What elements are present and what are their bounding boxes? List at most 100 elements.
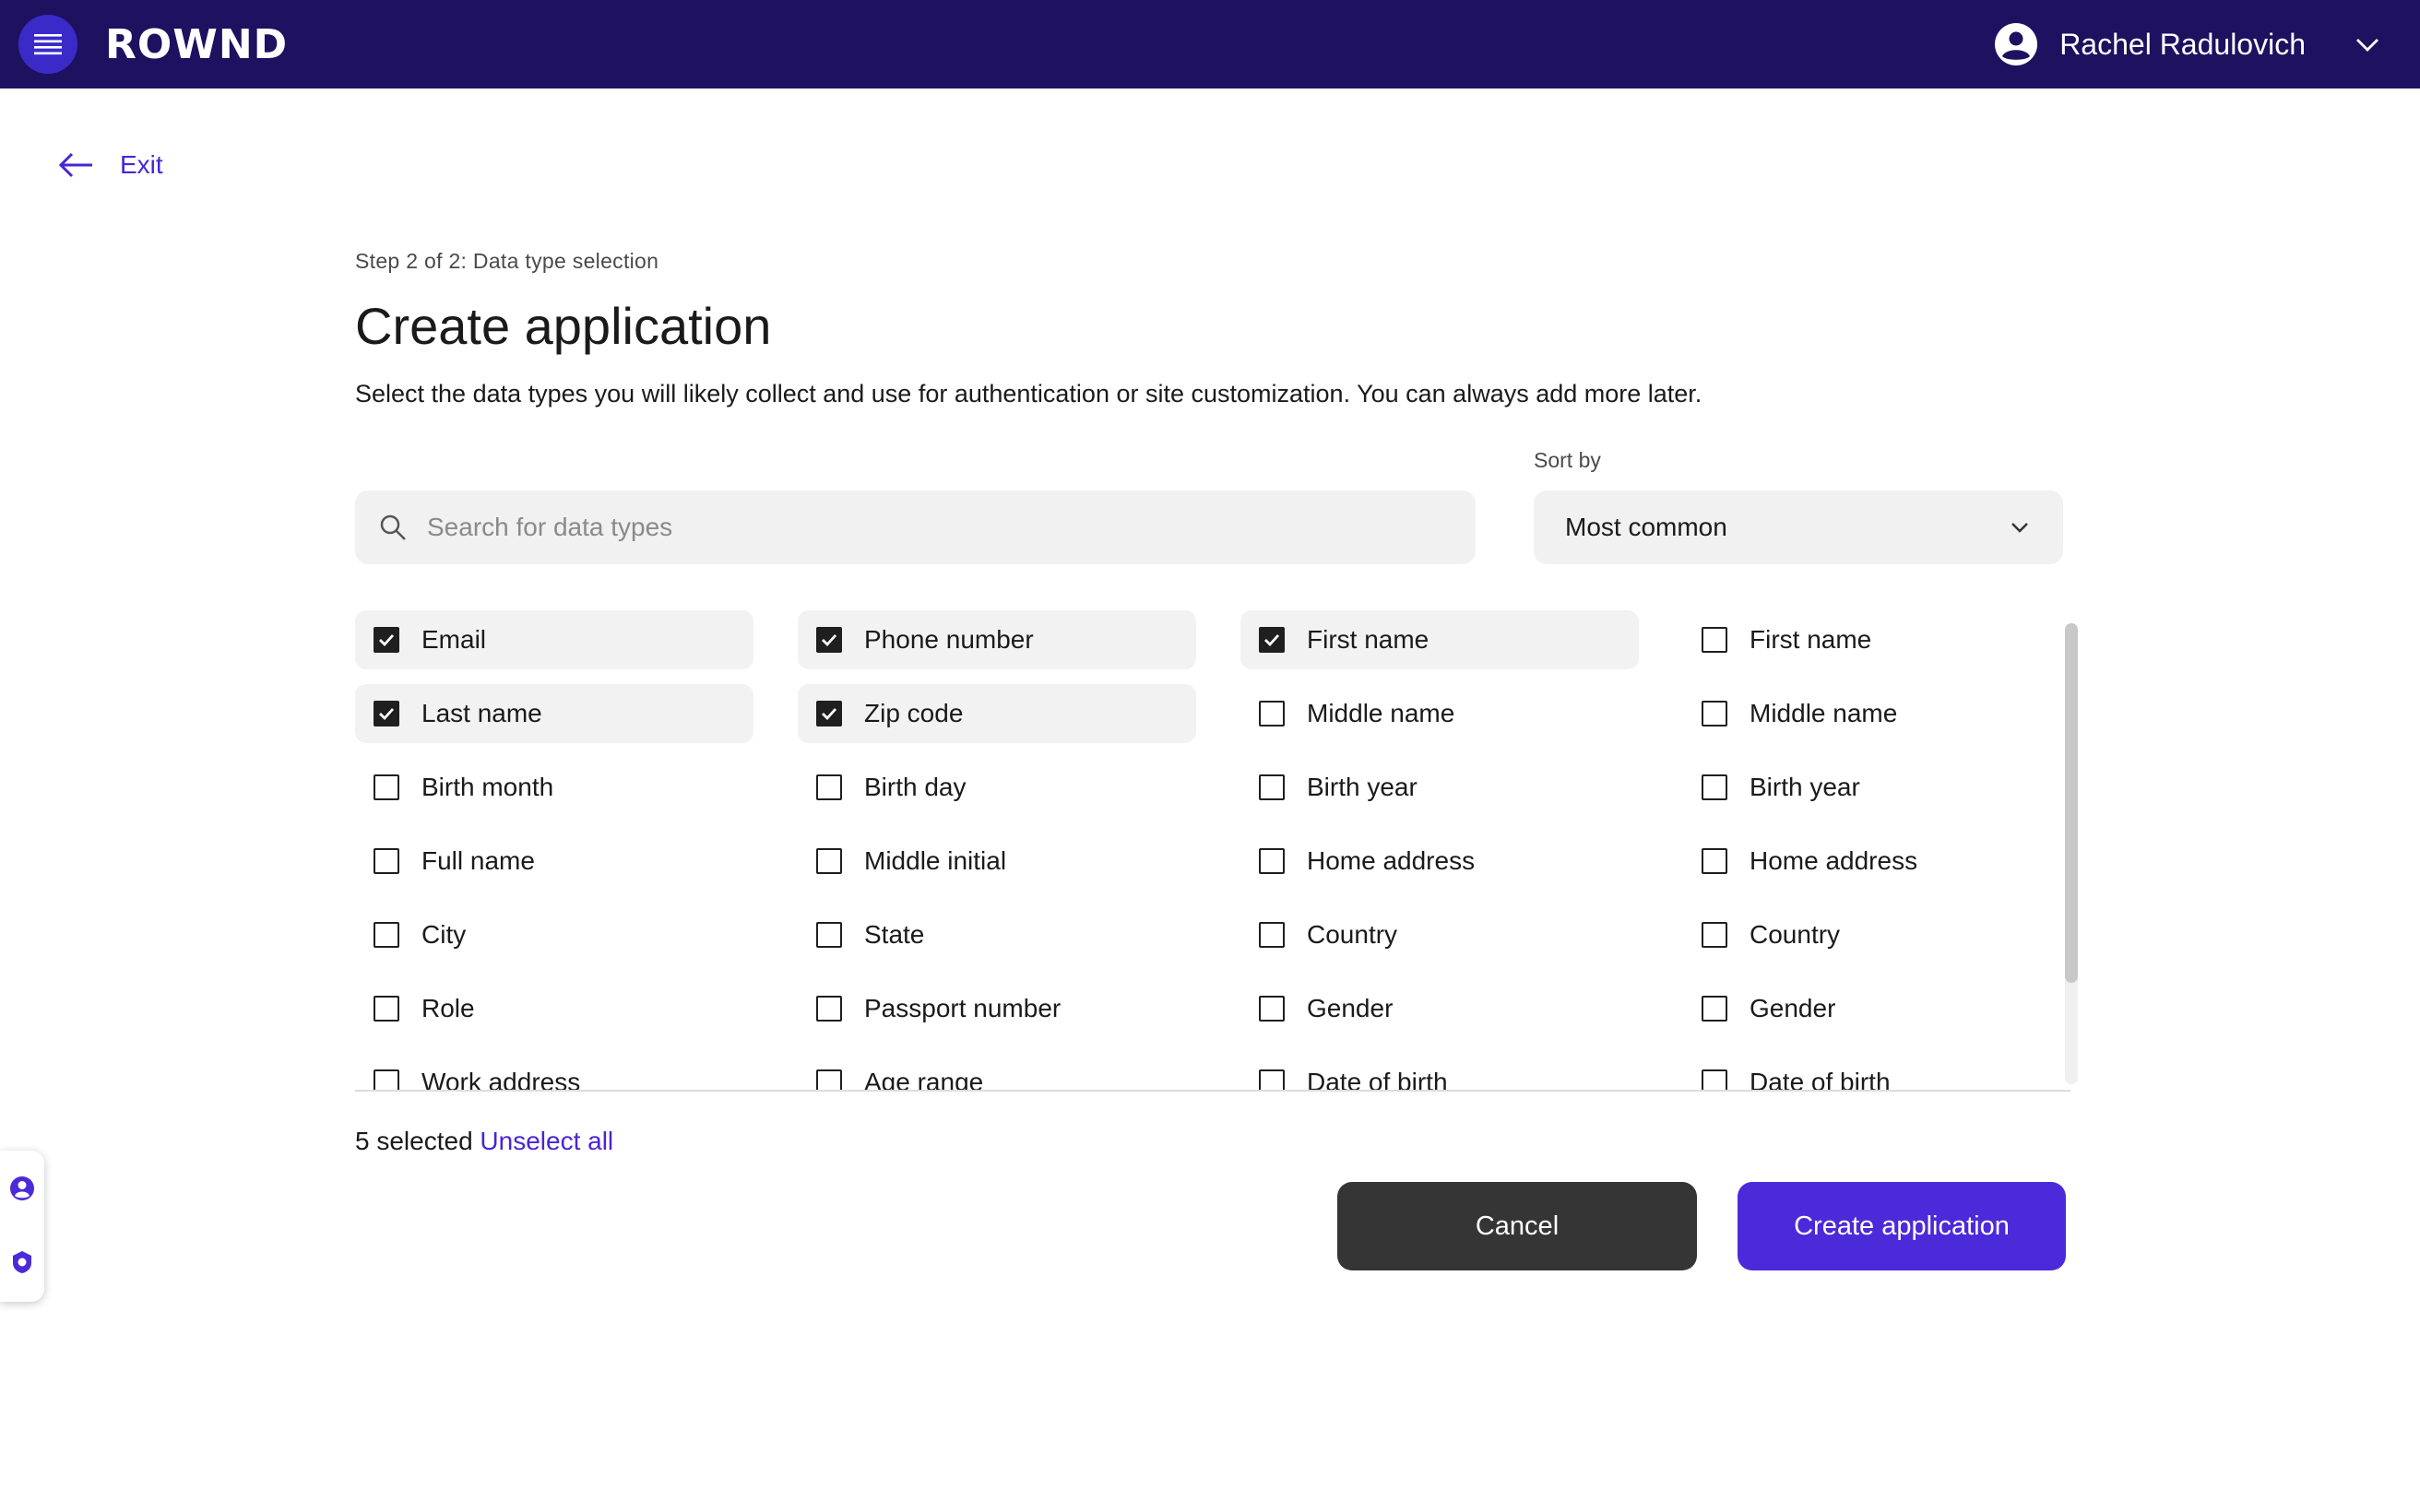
sort-dropdown[interactable]: Most common: [1534, 490, 2063, 564]
data-type-label: Passport number: [864, 994, 1062, 1022]
checkbox[interactable]: [1259, 848, 1285, 874]
checkmark-icon: [379, 634, 395, 647]
checkbox[interactable]: [1702, 922, 1727, 948]
data-type-grid: Email Phone number First name First name Las…: [355, 610, 2070, 1092]
sort-selected-value: Most common: [1565, 513, 1727, 541]
data-type-option[interactable]: Age range: [798, 1053, 1196, 1092]
data-type-label: Gender: [1750, 994, 1836, 1022]
cancel-label: Cancel: [1475, 1211, 1560, 1241]
checkbox[interactable]: [816, 996, 842, 1022]
checkbox[interactable]: [374, 774, 399, 800]
data-type-option[interactable]: Email: [355, 610, 753, 669]
page-header: Step 2 of 2: Data type selection Create …: [355, 249, 2070, 408]
checkbox[interactable]: [1702, 627, 1727, 653]
checkbox[interactable]: [374, 1069, 399, 1090]
data-type-option[interactable]: Middle initial: [798, 832, 1196, 891]
checkbox[interactable]: [374, 848, 399, 874]
data-type-label: Middle initial: [864, 846, 1007, 875]
data-type-option[interactable]: Gender: [1683, 979, 2070, 1038]
rownd-logo[interactable]: ROWND: [105, 18, 288, 70]
checkbox[interactable]: [816, 922, 842, 948]
user-avatar-icon: [1995, 23, 2038, 65]
checkbox[interactable]: [1259, 922, 1285, 948]
data-type-label: Date of birth: [1750, 1068, 1891, 1092]
checkbox[interactable]: [1259, 774, 1285, 800]
data-type-option[interactable]: Home address: [1240, 832, 1639, 891]
exit-link[interactable]: Exit: [57, 144, 163, 186]
create-application-button[interactable]: Create application: [1738, 1182, 2066, 1270]
selection-summary: 5 selected Unselect all: [355, 1127, 613, 1156]
data-type-option[interactable]: City: [355, 905, 753, 964]
cancel-button[interactable]: Cancel: [1337, 1182, 1697, 1270]
arrow-left-icon: [58, 152, 92, 178]
checkbox[interactable]: [374, 996, 399, 1022]
data-type-option[interactable]: Gender: [1240, 979, 1639, 1038]
data-type-option[interactable]: First name: [1683, 610, 2070, 669]
unselect-all-link[interactable]: Unselect all: [480, 1127, 613, 1155]
data-type-option[interactable]: Last name: [355, 684, 753, 743]
checkbox[interactable]: [374, 922, 399, 948]
data-type-label: Zip code: [864, 699, 964, 727]
checkbox[interactable]: [816, 848, 842, 874]
scrollbar-thumb[interactable]: [2065, 623, 2078, 983]
menu-icon: [34, 34, 62, 55]
checkbox[interactable]: [1259, 996, 1285, 1022]
user-avatar-icon[interactable]: [8, 1175, 36, 1202]
data-type-label: Home address: [1750, 846, 1918, 875]
checkbox[interactable]: [1702, 774, 1727, 800]
sort-label: Sort by: [1534, 448, 1601, 472]
logo-text: ROWND: [105, 20, 289, 68]
top-bar: ROWND Rachel Radulovich: [0, 0, 2420, 89]
checkbox[interactable]: [1259, 701, 1285, 726]
data-type-option[interactable]: Birth year: [1240, 758, 1639, 817]
data-type-label: Email: [421, 625, 487, 654]
data-type-option[interactable]: Phone number: [798, 610, 1196, 669]
data-type-option[interactable]: Passport number: [798, 979, 1196, 1038]
checkbox[interactable]: [1702, 1069, 1727, 1090]
data-type-label: State: [864, 920, 925, 949]
user-menu[interactable]: Rachel Radulovich: [1995, 18, 2381, 70]
data-type-option[interactable]: Date of birth: [1683, 1053, 2070, 1092]
data-type-option[interactable]: Middle name: [1240, 684, 1639, 743]
checkbox[interactable]: [1702, 848, 1727, 874]
menu-button[interactable]: [18, 15, 77, 74]
user-name: Rachel Radulovich: [2059, 27, 2306, 61]
data-type-label: Gender: [1307, 994, 1394, 1022]
checkbox[interactable]: [1259, 627, 1285, 653]
data-type-label: Birth year: [1750, 773, 1860, 801]
data-type-label: Birth month: [421, 773, 554, 801]
checkbox[interactable]: [816, 627, 842, 653]
data-type-label: Country: [1750, 920, 1841, 949]
data-type-option[interactable]: Full name: [355, 832, 753, 891]
search-box[interactable]: [355, 490, 1476, 564]
checkbox[interactable]: [374, 701, 399, 726]
create-label: Create application: [1794, 1211, 2010, 1241]
data-type-option[interactable]: Country: [1240, 905, 1639, 964]
side-widget: [0, 1151, 44, 1302]
data-type-option[interactable]: Role: [355, 979, 753, 1038]
data-type-option[interactable]: First name: [1240, 610, 1639, 669]
data-type-option[interactable]: Birth month: [355, 758, 753, 817]
data-type-option[interactable]: Country: [1683, 905, 2070, 964]
data-type-option[interactable]: Birth year: [1683, 758, 2070, 817]
search-input[interactable]: [427, 513, 1441, 542]
checkbox[interactable]: [374, 627, 399, 653]
checkmark-icon: [1264, 634, 1280, 647]
checkbox[interactable]: [816, 701, 842, 726]
data-type-option[interactable]: State: [798, 905, 1196, 964]
data-type-option[interactable]: Birth day: [798, 758, 1196, 817]
page-title: Create application: [355, 297, 772, 355]
data-type-option[interactable]: Work address: [355, 1053, 753, 1090]
shield-icon[interactable]: [8, 1248, 36, 1276]
checkbox[interactable]: [1259, 1069, 1285, 1090]
data-type-label: Age range: [864, 1068, 984, 1092]
checkbox[interactable]: [1702, 701, 1727, 726]
data-type-label: Birth year: [1307, 773, 1418, 801]
checkbox[interactable]: [816, 774, 842, 800]
data-type-option[interactable]: Home address: [1683, 832, 2070, 891]
checkbox[interactable]: [1702, 996, 1727, 1022]
data-type-option[interactable]: Date of birth: [1240, 1053, 1639, 1090]
data-type-option[interactable]: Middle name: [1683, 684, 2070, 743]
checkbox[interactable]: [816, 1069, 842, 1090]
data-type-option[interactable]: Zip code: [798, 684, 1196, 743]
